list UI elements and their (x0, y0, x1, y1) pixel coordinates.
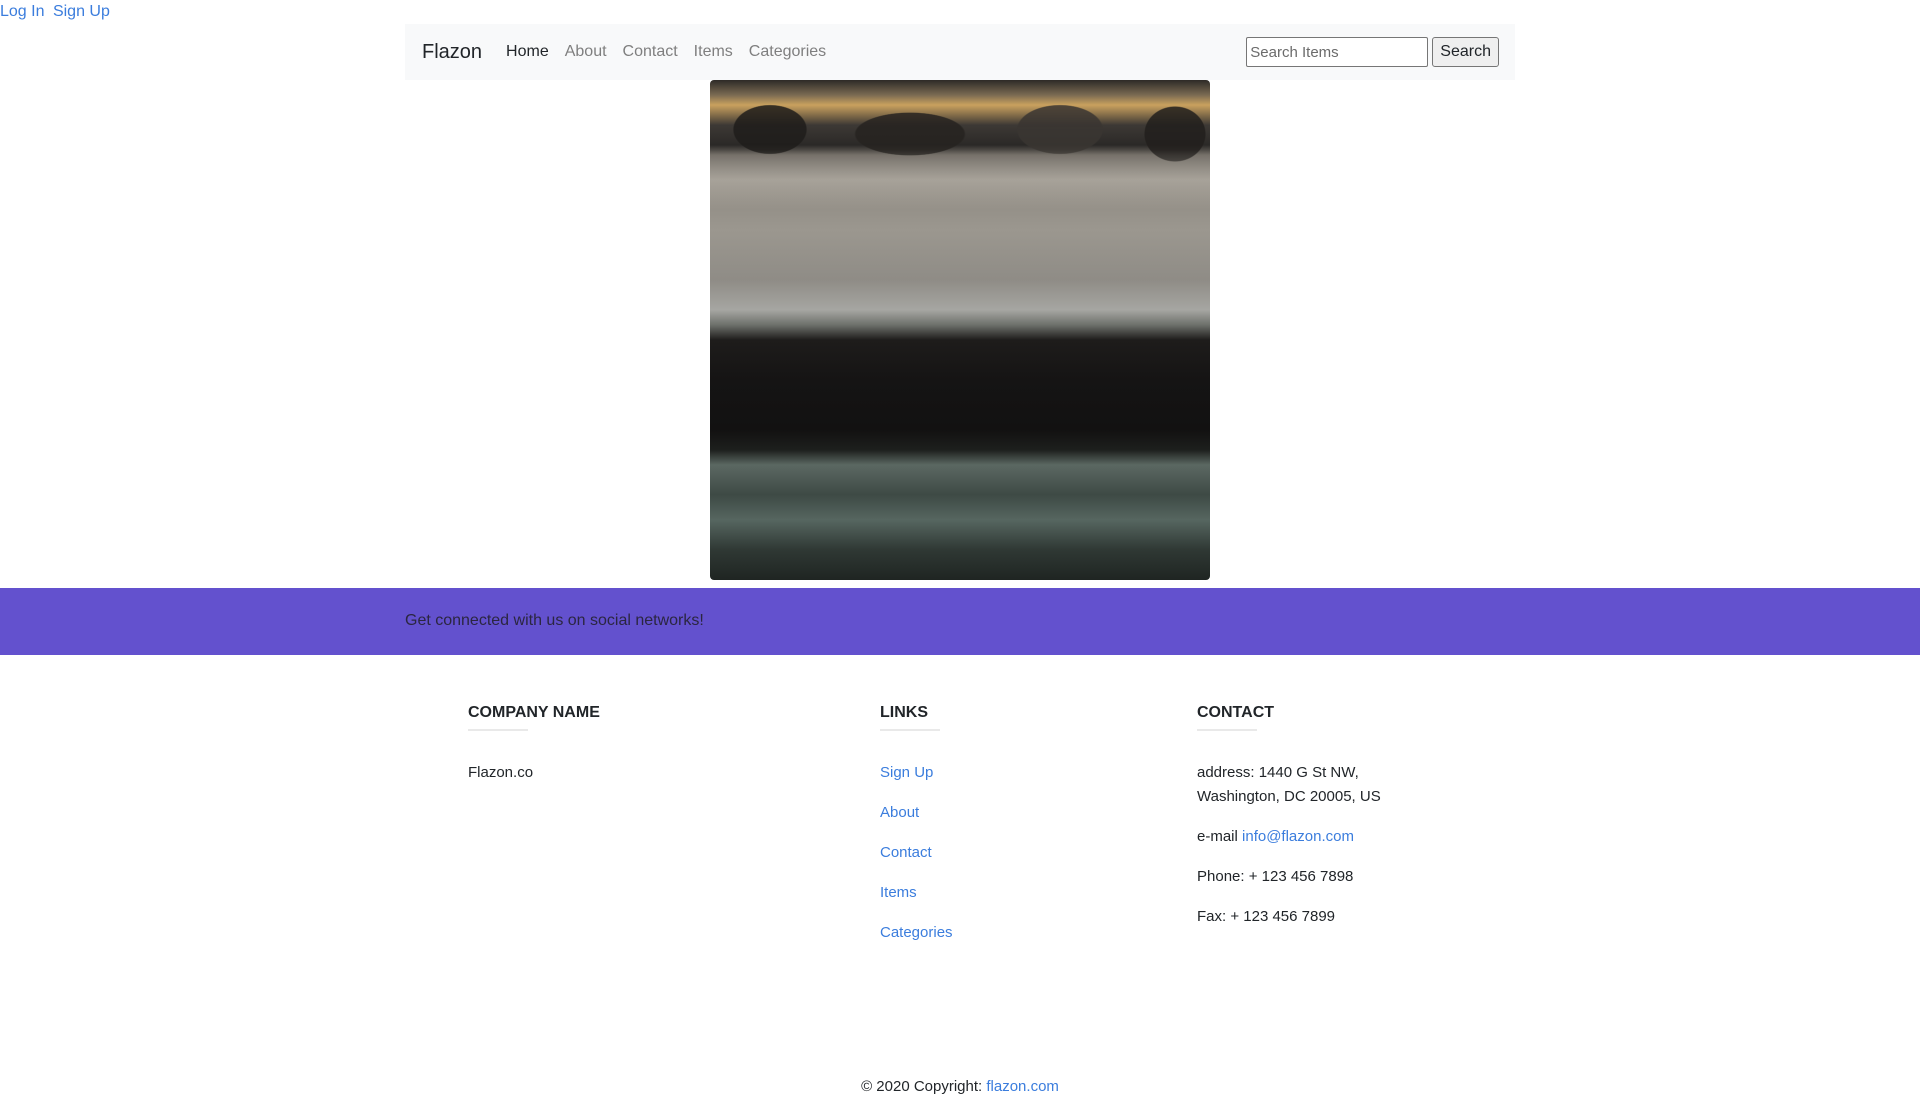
signup-link[interactable]: Sign Up (53, 3, 110, 20)
search-input[interactable] (1246, 37, 1429, 67)
footer-link-categories[interactable]: Categories (880, 921, 953, 945)
contact-fax: Fax: + 123 456 7899 (1197, 908, 1336, 925)
email-link[interactable]: info@flazon.com (1242, 828, 1354, 845)
copyright-text: © 2020 Copyright: (861, 1078, 983, 1095)
contact-heading: CONTACT (1197, 704, 1275, 721)
footer-link-signup[interactable]: Sign Up (880, 761, 953, 785)
company-name: Flazon.co (468, 764, 534, 781)
brand-logo[interactable]: Flazon (422, 41, 482, 64)
auth-links: Log In Sign Up (0, 2, 114, 22)
copyright-link[interactable]: flazon.com (986, 1078, 1059, 1095)
social-bar: Get connected with us on social networks… (0, 588, 1920, 655)
nav-categories[interactable]: Categories (749, 43, 826, 61)
hero-mist (710, 150, 1210, 210)
footer-link-about[interactable]: About (880, 801, 953, 825)
hero-image (710, 80, 1210, 580)
footer-links-column: LINKS Sign Up About Contact Items Catego… (880, 703, 953, 961)
email-label: e-mail (1197, 828, 1238, 845)
address-line-1: address: 1440 G St NW, (1197, 764, 1359, 781)
contact-address: address: 1440 G St NW, Washington, DC 20… (1197, 761, 1381, 809)
login-link[interactable]: Log In (0, 3, 44, 20)
social-text: Get connected with us on social networks… (405, 612, 704, 629)
nav-items[interactable]: Items (694, 43, 733, 61)
nav-about[interactable]: About (565, 43, 607, 61)
contact-phone: Phone: + 123 456 7898 (1197, 868, 1354, 885)
address-line-2: Washington, DC 20005, US (1197, 788, 1381, 805)
search-button[interactable]: Search (1432, 37, 1499, 67)
footer-contact-column: CONTACT address: 1440 G St NW, Washingto… (1197, 703, 1381, 945)
footer-link-contact[interactable]: Contact (880, 841, 953, 865)
nav-contact[interactable]: Contact (623, 43, 678, 61)
footer-company-column: COMPANY NAME Flazon.co (468, 703, 600, 801)
copyright: © 2020 Copyright: flazon.com (0, 1078, 1920, 1095)
nav-items: Home About Contact Items Categories (506, 43, 842, 61)
contact-email: e-mail info@flazon.com (1197, 825, 1381, 849)
heading-divider (1197, 729, 1257, 731)
footer-link-items[interactable]: Items (880, 881, 953, 905)
links-heading: LINKS (880, 704, 928, 721)
heading-divider (468, 729, 528, 731)
heading-divider (880, 729, 940, 731)
search-form: Search (1246, 37, 1499, 67)
company-heading: COMPANY NAME (468, 704, 600, 721)
navbar: Flazon Home About Contact Items Categori… (405, 24, 1515, 80)
nav-home[interactable]: Home (506, 43, 549, 61)
